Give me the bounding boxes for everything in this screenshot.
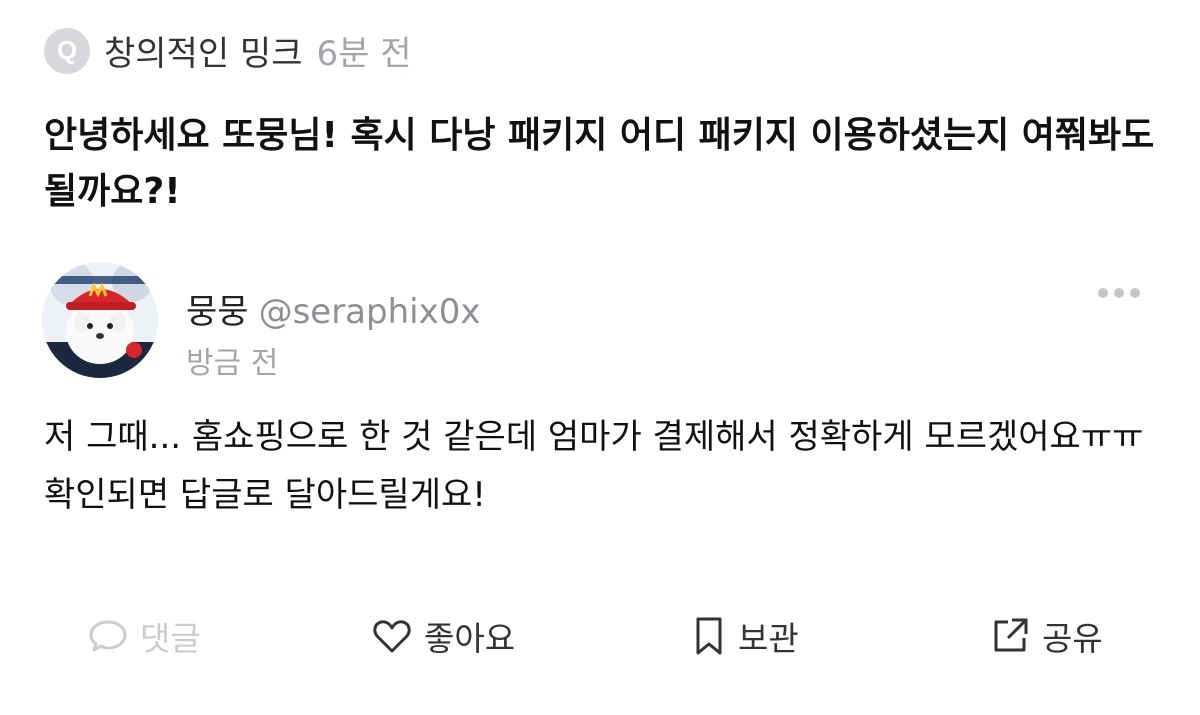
answer-time: 방금 전: [186, 346, 279, 381]
answer-author[interactable]: 뭉뭉: [186, 292, 249, 332]
avatar[interactable]: [42, 262, 158, 378]
share-label: 공유: [1042, 619, 1103, 658]
answer-author-line: 뭉뭉 @seraphix0x: [186, 284, 480, 333]
question-time: 6분 전: [316, 34, 412, 74]
question-header: Q 창의적인 밍크 6분 전: [44, 26, 412, 75]
share-out-icon: [994, 618, 1028, 652]
share-button[interactable]: 공유: [990, 612, 1103, 660]
like-button[interactable]: 좋아요: [372, 612, 515, 660]
comment-label: 댓글: [140, 619, 201, 658]
answer-text: 저 그때... 홈쇼핑으로 한 것 같은데 엄마가 결제해서 정확하게 모르겠어…: [44, 417, 1144, 515]
more-dots-icon[interactable]: [1098, 288, 1140, 298]
save-label: 보관: [738, 619, 799, 658]
heart-icon: [373, 620, 411, 653]
question-text: 안녕하세요 또뭉님! 혹시 다낭 패키지 어디 패키지 이용하셨는지 여쭤봐도 …: [44, 115, 1155, 212]
speech-bubble-icon: [89, 620, 127, 652]
question-author[interactable]: 창의적인 밍크: [104, 26, 303, 75]
like-label: 좋아요: [424, 619, 516, 658]
save-button[interactable]: 보관: [692, 612, 799, 660]
avatar-image: [42, 262, 158, 378]
bookmark-icon: [696, 617, 722, 655]
answer-handle[interactable]: @seraphix0x: [259, 292, 481, 332]
question-badge-icon: Q: [44, 27, 90, 74]
comment-button[interactable]: 댓글: [88, 612, 201, 660]
